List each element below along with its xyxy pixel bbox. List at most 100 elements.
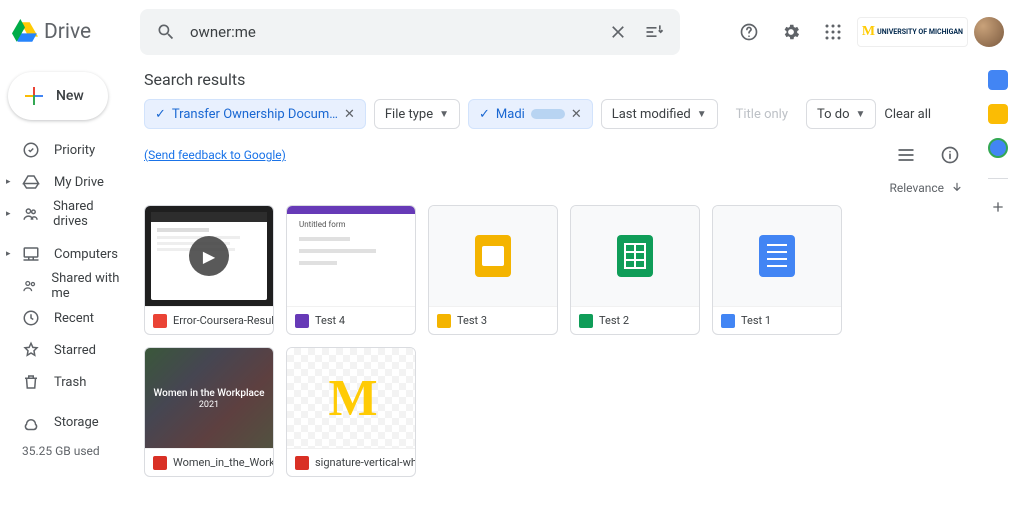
sidebar-item-trash[interactable]: Trash — [0, 366, 128, 398]
sidebar: New Priority My Drive Shared drives Comp… — [0, 0, 136, 528]
sheets-icon — [579, 314, 593, 328]
storage-used: 35.25 GB used — [0, 444, 136, 458]
calendar-app-icon[interactable] — [988, 70, 1008, 90]
file-card[interactable]: Test 1 — [712, 205, 842, 335]
slides-icon — [437, 314, 451, 328]
filter-chip-label: File type — [385, 107, 433, 122]
filter-chip-collection[interactable]: ✓ Transfer Ownership Docum… ✕ — [144, 99, 366, 129]
sidebar-item-label: Shared with me — [51, 271, 128, 301]
sidebar-item-sharedwithme[interactable]: Shared with me — [0, 270, 128, 302]
sidebar-item-mydrive[interactable]: My Drive — [0, 166, 128, 198]
sidebar-item-computers[interactable]: Computers — [0, 238, 128, 270]
clear-search-icon[interactable] — [600, 14, 636, 50]
filter-chip-lastmodified[interactable]: Last modified ▼ — [601, 99, 718, 129]
app-name: Drive — [44, 20, 91, 44]
filter-chip-label: Last modified — [612, 107, 691, 122]
org-badge[interactable]: M UNIVERSITY OF MICHIGAN — [857, 17, 968, 47]
feedback-link[interactable]: (Send feedback to Google) — [144, 148, 286, 162]
search-options-icon[interactable] — [636, 14, 672, 50]
file-name: Test 2 — [599, 314, 629, 327]
priority-icon — [22, 141, 40, 159]
filter-chip-todo[interactable]: To do ▼ — [806, 99, 876, 129]
main: Search results ✓ Transfer Ownership Docu… — [136, 0, 980, 528]
settings-icon[interactable] — [773, 14, 809, 50]
add-addon-icon[interactable] — [984, 193, 1012, 221]
file-name: Test 1 — [741, 314, 771, 327]
sort-row: Relevance — [144, 173, 968, 205]
help-icon[interactable] — [731, 14, 767, 50]
file-card[interactable]: Test 3 — [428, 205, 558, 335]
search-icon[interactable] — [148, 14, 184, 50]
sort-label: Relevance — [890, 181, 945, 195]
sidebar-item-label: Computers — [54, 247, 118, 262]
file-name: signature-vertical-white.png — [315, 456, 415, 469]
new-button-label: New — [56, 88, 84, 104]
sidebar-item-label: Trash — [54, 375, 86, 390]
storage-icon — [22, 413, 40, 431]
sharedwithme-icon — [22, 277, 37, 295]
clear-all-link[interactable]: Clear all — [884, 107, 931, 122]
sidebar-item-label: Recent — [54, 311, 94, 326]
sidebar-item-label: Starred — [54, 343, 96, 358]
forms-icon — [295, 314, 309, 328]
file-card[interactable]: Untitled form Test 4 — [286, 205, 416, 335]
trash-icon — [22, 373, 40, 391]
starred-icon — [22, 341, 40, 359]
sidebar-item-storage[interactable]: Storage — [0, 406, 128, 438]
sort-button[interactable]: Relevance — [890, 181, 965, 195]
mydrive-icon — [22, 173, 40, 191]
remove-icon[interactable]: ✕ — [344, 107, 355, 122]
filter-chip-label: Transfer Ownership Docum… — [172, 107, 338, 122]
drive-icon — [12, 19, 38, 45]
filter-chip-owner[interactable]: ✓ Madi ✕ — [468, 99, 593, 129]
file-name: Women_in_the_Workplace_… — [173, 456, 273, 469]
keep-app-icon[interactable] — [988, 104, 1008, 124]
tasks-app-icon[interactable] — [988, 138, 1008, 158]
searchbar — [140, 9, 680, 55]
drive-logo[interactable]: Drive — [12, 19, 132, 45]
chevron-down-icon: ▼ — [697, 109, 707, 120]
shareddrives-icon — [22, 205, 39, 223]
file-card[interactable]: Women in the Workplace 2021 Women_in_the… — [144, 347, 274, 477]
sidebar-item-starred[interactable]: Starred — [0, 334, 128, 366]
sidebar-item-label: Shared drives — [53, 199, 128, 229]
arrow-down-icon — [950, 181, 964, 195]
file-name: Test 3 — [457, 314, 487, 327]
computers-icon — [22, 245, 40, 263]
file-card[interactable]: M signature-vertical-white.png — [286, 347, 416, 477]
filter-chip-filetype[interactable]: File type ▼ — [374, 99, 460, 129]
filter-chip-label: Madi — [496, 107, 525, 122]
sidebar-item-recent[interactable]: Recent — [0, 302, 128, 334]
topbar-right: M UNIVERSITY OF MICHIGAN — [731, 14, 1004, 50]
file-card[interactable]: Test 2 — [570, 205, 700, 335]
file-name: Test 4 — [315, 314, 345, 327]
page-title: Search results — [144, 64, 968, 99]
filter-chip-label: To do — [817, 107, 850, 122]
new-button[interactable]: New — [8, 72, 108, 120]
play-icon: ▶ — [189, 236, 229, 276]
file-card[interactable]: ▶ Error-Coursera-Results.we… — [144, 205, 274, 335]
plus-icon — [22, 84, 46, 108]
check-icon: ✓ — [155, 107, 166, 122]
image-icon — [295, 456, 309, 470]
pdf-icon — [153, 456, 167, 470]
topbar: Drive M UNIVERSITY OF MICHIGAN — [0, 0, 1016, 64]
docs-icon — [721, 314, 735, 328]
redacted-owner — [531, 109, 565, 119]
recent-icon — [22, 309, 40, 327]
sidebar-item-label: Priority — [54, 143, 95, 158]
sidebar-item-shareddrives[interactable]: Shared drives — [0, 198, 128, 230]
check-icon: ✓ — [479, 107, 490, 122]
details-icon[interactable] — [932, 137, 968, 173]
apps-icon[interactable] — [815, 14, 851, 50]
account-avatar[interactable] — [974, 17, 1004, 47]
remove-icon[interactable]: ✕ — [571, 107, 582, 122]
sidebar-item-label: Storage — [54, 415, 99, 430]
list-view-icon[interactable] — [888, 137, 924, 173]
sidebar-item-priority[interactable]: Priority — [0, 134, 128, 166]
chevron-down-icon: ▼ — [439, 109, 449, 120]
search-input[interactable] — [184, 23, 600, 41]
sidebar-item-label: My Drive — [54, 175, 104, 190]
filter-chip-label: Title only — [736, 107, 788, 122]
file-grid: ▶ Error-Coursera-Results.we… Untitled fo… — [144, 205, 968, 477]
